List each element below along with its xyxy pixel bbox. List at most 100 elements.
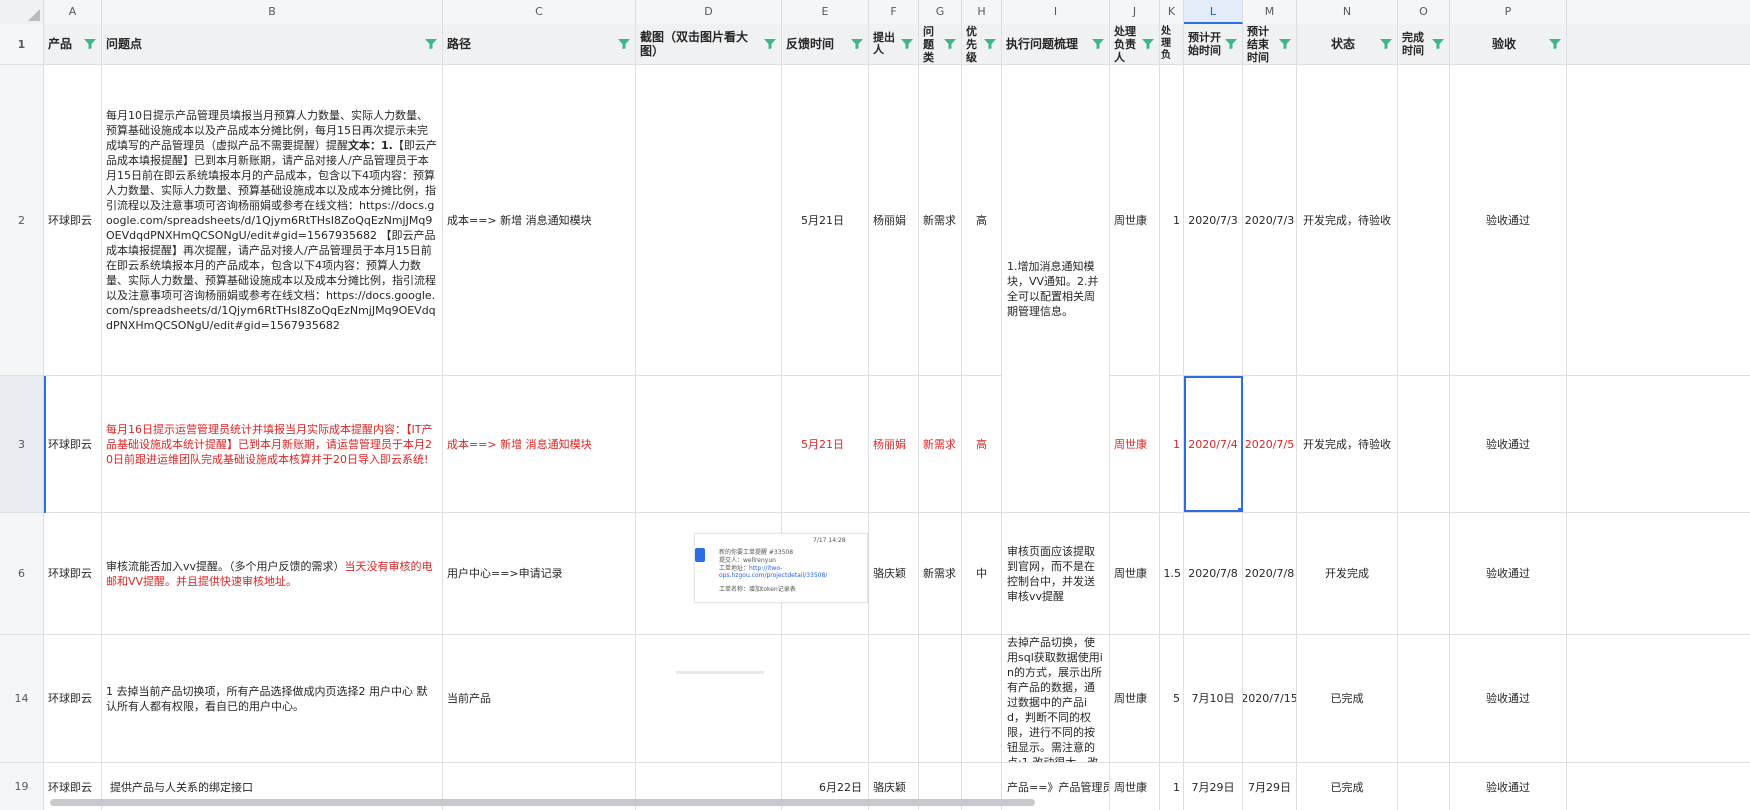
cell-accept[interactable]: 验收通过 (1450, 635, 1567, 762)
column-letter-k[interactable]: K (1160, 0, 1184, 24)
row-number[interactable]: 3 (0, 376, 44, 512)
header-feedback-time[interactable]: 反馈时间 (782, 24, 869, 64)
cell-product[interactable]: 环球即云 (44, 635, 102, 762)
header-start[interactable]: 预计开始时间 (1184, 24, 1243, 64)
cell-owner[interactable]: 周世康 (1110, 763, 1160, 810)
header-proposer[interactable]: 提出人 (869, 24, 919, 64)
filter-icon[interactable] (763, 38, 777, 50)
cell-owner[interactable]: 周世康 (1110, 65, 1160, 375)
filter-icon[interactable] (617, 38, 631, 50)
filter-icon[interactable] (1431, 38, 1445, 50)
cell-accept[interactable]: 验收通过 (1450, 513, 1567, 634)
filter-icon[interactable] (424, 38, 438, 50)
cell-load[interactable]: 1.5 (1160, 513, 1184, 634)
cell-feedback-date[interactable]: 5月21日 (782, 376, 869, 512)
cell-proposer[interactable]: 杨丽娟 (869, 65, 919, 375)
filter-icon[interactable] (83, 38, 97, 50)
cell-status[interactable]: 开发完成，待验收 (1297, 65, 1398, 375)
cell-proposer[interactable]: 杨丽娟 (869, 376, 919, 512)
filter-icon[interactable] (1224, 38, 1238, 50)
header-done-time[interactable]: 完成时间 (1398, 24, 1450, 64)
cell-accept[interactable]: 验收通过 (1450, 65, 1567, 375)
header-priority[interactable]: 优先级 (962, 24, 1002, 64)
cell-priority[interactable]: 中 (962, 513, 1002, 634)
column-letter-f[interactable]: F (869, 0, 919, 24)
select-all-corner[interactable] (0, 0, 44, 24)
column-letter-m[interactable]: M (1243, 0, 1297, 24)
cell-done-time[interactable] (1398, 513, 1450, 634)
cell-type[interactable]: 新需求 (919, 65, 962, 375)
header-product[interactable]: 产品 (44, 24, 102, 64)
header-path[interactable]: 路径 (443, 24, 636, 64)
cell-priority[interactable]: 高 (962, 376, 1002, 512)
cell-product[interactable]: 环球即云 (44, 65, 102, 375)
row-number[interactable]: 19 (0, 763, 44, 810)
cell-start[interactable]: 2020/7/3 (1184, 65, 1243, 375)
cell-end[interactable]: 2020/7/3 (1243, 65, 1297, 375)
cell-done-time[interactable] (1398, 376, 1450, 512)
cell-issue[interactable]: 每月10日提示产品管理员填报当月预算人力数量、实际人力数量、预算基础设施成本以及… (102, 65, 443, 375)
cell-load[interactable]: 1 (1160, 376, 1184, 512)
cell-path[interactable]: 成本==> 新增 消息通知模块 (443, 376, 636, 512)
cell-end[interactable]: 7月29日 (1243, 763, 1297, 810)
column-letter-l[interactable]: L (1184, 0, 1243, 24)
cell-path[interactable]: 用户中心==>申请记录 (443, 513, 636, 634)
cell-issue[interactable]: 1 去掉当前产品切换项，所有产品选择做成内页选择2 用户中心 默认所有人都有权限… (102, 635, 443, 762)
header-issue-type[interactable]: 问题类 (919, 24, 962, 64)
cell-start[interactable]: 2020/7/8 (1184, 513, 1243, 634)
cell-proposer[interactable] (869, 635, 919, 762)
cell-type[interactable]: 新需求 (919, 513, 962, 634)
filter-icon[interactable] (943, 38, 957, 50)
row-number[interactable]: 2 (0, 65, 44, 375)
column-letter-h[interactable]: H (962, 0, 1002, 24)
column-letter-n[interactable]: N (1297, 0, 1398, 24)
cell-status[interactable]: 开发完成 (1297, 513, 1398, 634)
cell-exec[interactable]: 去掉产品切换，使用sql获取数据使用in的方式，展示出所有产品的数据，通过数据中… (1002, 635, 1110, 762)
horizontal-scrollbar[interactable] (50, 799, 1035, 806)
filter-icon[interactable] (900, 38, 914, 50)
header-issue[interactable]: 问题点 (102, 24, 443, 64)
cell-status[interactable]: 已完成 (1297, 635, 1398, 762)
cell-product[interactable]: 环球即云 (44, 513, 102, 634)
cell-done-time[interactable] (1398, 763, 1450, 810)
filter-icon[interactable] (850, 38, 864, 50)
cell-proposer[interactable]: 骆庆颖 (869, 513, 919, 634)
header-screenshot[interactable]: 截图（双击图片看大图） (636, 24, 782, 64)
header-accept[interactable]: 验收 (1450, 24, 1567, 64)
cell-start-selected[interactable]: 2020/7/4 (1184, 376, 1243, 512)
cell-load[interactable]: 1 (1160, 763, 1184, 810)
column-letter-i[interactable]: I (1002, 0, 1110, 24)
cell-priority[interactable]: 高 (962, 65, 1002, 375)
cell-status[interactable]: 开发完成，待验收 (1297, 376, 1398, 512)
cell-start[interactable]: 7月10日 (1184, 635, 1243, 762)
column-letter-o[interactable]: O (1398, 0, 1450, 24)
column-letter-e[interactable]: E (782, 0, 869, 24)
header-load[interactable]: 处理负 (1160, 24, 1184, 64)
cell-exec[interactable]: 审核页面应该提取到官网，而不是在控制台中，并发送审核vv提醒 (1002, 513, 1110, 634)
column-letter-p[interactable]: P (1450, 0, 1567, 24)
cell-accept[interactable]: 验收通过 (1450, 763, 1567, 810)
column-letter-b[interactable]: B (102, 0, 443, 24)
cell-done-time[interactable] (1398, 635, 1450, 762)
filter-icon[interactable] (1141, 38, 1155, 50)
filter-icon[interactable] (983, 38, 997, 50)
screenshot-thumbnail[interactable]: 7/17 14:28 新的你要工单提醒 #33508 提交人：wellrenyu… (694, 533, 868, 603)
cell-owner[interactable]: 周世康 (1110, 635, 1160, 762)
cell-feedback-date[interactable]: 5月21日 (782, 65, 869, 375)
cell-end[interactable]: 2020/7/5 (1243, 376, 1297, 512)
column-letter-d[interactable]: D (636, 0, 782, 24)
cell-end[interactable]: 2020/7/8 (1243, 513, 1297, 634)
cell-product[interactable]: 环球即云 (44, 376, 102, 512)
column-letter-j[interactable]: J (1110, 0, 1160, 24)
cell-feedback-date[interactable] (782, 635, 869, 762)
cell-accept[interactable]: 验收通过 (1450, 376, 1567, 512)
cell-type[interactable]: 新需求 (919, 376, 962, 512)
header-status[interactable]: 状态 (1297, 24, 1398, 64)
filter-icon[interactable] (1379, 38, 1393, 50)
filter-icon[interactable] (1548, 38, 1562, 50)
header-owner[interactable]: 处理负责人 (1110, 24, 1160, 64)
cell-path[interactable]: 当前产品 (443, 635, 636, 762)
cell-screenshot[interactable] (636, 635, 782, 762)
row-number[interactable]: 14 (0, 635, 44, 762)
filter-icon[interactable] (1278, 38, 1292, 50)
